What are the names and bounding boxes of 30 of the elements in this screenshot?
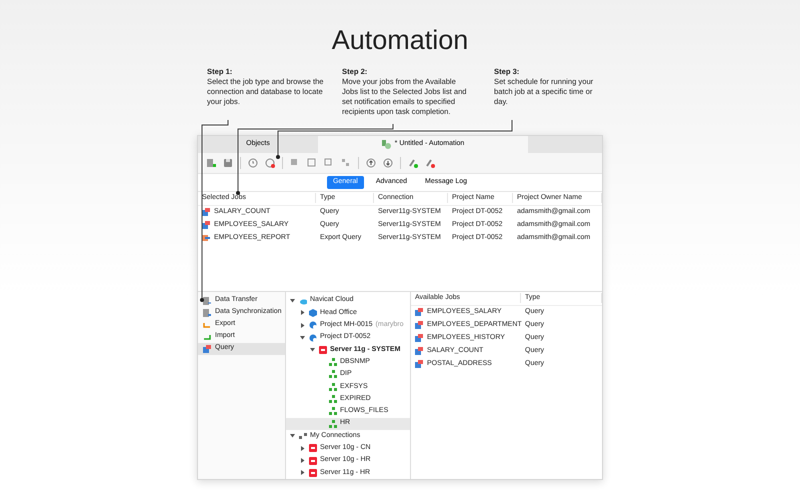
page-title: Automation [330,24,470,57]
arrow-down-icon[interactable] [383,158,393,168]
schema-icon [329,420,337,428]
schema-icon [329,395,337,404]
table-icon [202,221,210,230]
save-icon[interactable] [223,158,233,168]
table-icon [415,334,423,342]
schema-icon [329,382,337,391]
hexagon-icon [309,308,317,317]
arrow-up-icon[interactable] [366,158,376,168]
table-icon [415,308,423,316]
collapse-arrow-icon [289,297,296,304]
connections-icon [299,432,307,440]
table-icon [415,321,423,330]
schema-icon [329,407,337,416]
export-icon [203,320,211,329]
clock-icon[interactable] [265,158,275,168]
schema-icon [329,358,337,366]
clock-icon[interactable] [248,158,258,168]
collapse-arrow-icon [289,432,296,440]
import-icon [203,332,211,341]
cloud-icon [299,296,307,305]
table-icon [203,344,211,353]
schema-icon [329,370,337,378]
table-icon [202,208,210,216]
table-icon [415,347,423,356]
automation-icon [382,140,391,149]
new-job-icon[interactable] [206,158,216,168]
table-icon [415,360,423,368]
server-icon [319,346,327,354]
